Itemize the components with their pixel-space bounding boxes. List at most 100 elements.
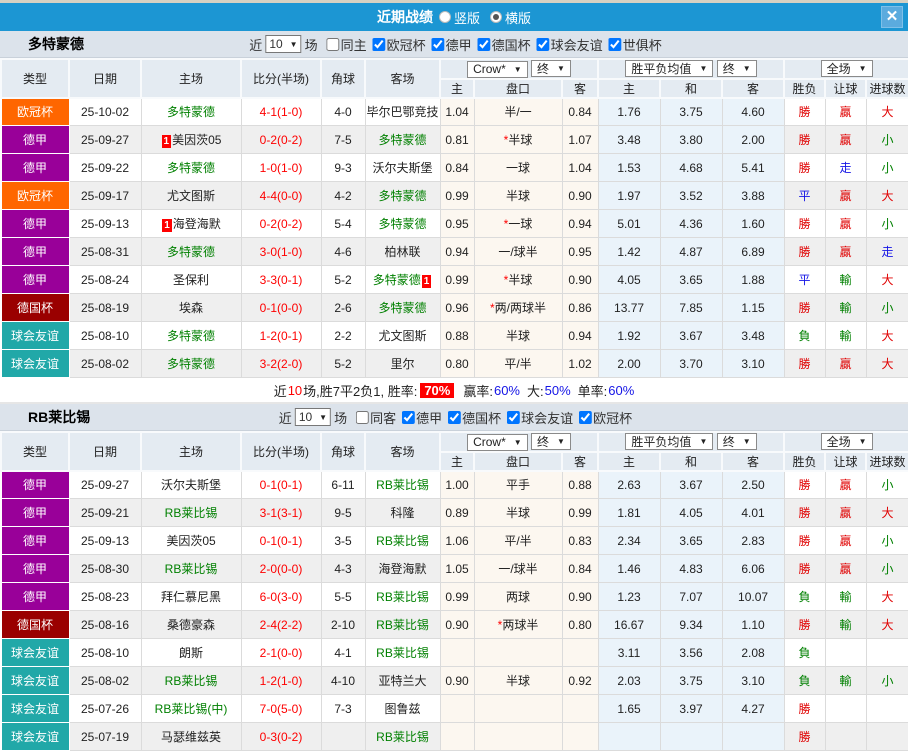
result-goals-cell: 小: [865, 666, 908, 695]
team-name-text: 多特蒙德: [166, 105, 215, 120]
corner-cell: 4-10: [320, 666, 366, 695]
match-date: 25-08-02: [68, 349, 142, 378]
corner-cell: [320, 722, 366, 751]
handicap-cell: *半球: [473, 125, 563, 154]
scope-group-header: 全场 ▼: [783, 58, 908, 80]
sub-column-header-6: 胜负: [783, 77, 827, 99]
odds-group-header: Crow* ▼ 终 ▼: [438, 431, 600, 453]
league-checkbox-3[interactable]: [536, 37, 550, 51]
result-handicap-cell: 贏: [824, 209, 867, 238]
team-name-text: 海登海默: [378, 562, 427, 576]
away-odds-cell: 1.04: [561, 153, 599, 182]
column-header-5: 客场: [364, 58, 441, 99]
match-count-select[interactable]: 10 ▼: [265, 35, 302, 53]
avg-dropdown[interactable]: 胜平负均值 ▼: [625, 433, 714, 451]
match-date: 25-09-27: [68, 125, 142, 154]
scope-dropdown[interactable]: 全场 ▼: [820, 60, 873, 78]
close-button[interactable]: ✕: [881, 6, 903, 28]
avg-draw-cell: 4.68: [659, 153, 723, 182]
league-checkbox-0[interactable]: [402, 410, 416, 424]
scope-dropdown[interactable]: 全场 ▼: [820, 433, 873, 451]
team-name-text: RB莱比锡: [164, 562, 218, 576]
match-date: 25-10-02: [68, 97, 142, 126]
handicap-cell: 一/球半: [473, 237, 563, 266]
match-count-value: 10: [298, 410, 313, 424]
same-venue-label: 同主: [340, 37, 367, 53]
team-name-text: 多特蒙德: [166, 329, 215, 343]
match-count-select[interactable]: 10 ▼: [294, 408, 332, 426]
league-checkbox-label: 德甲: [445, 37, 472, 53]
home-team-cell: 1 海登海默: [140, 209, 242, 238]
result-goals-cell: 小: [865, 293, 908, 322]
odds-time-dropdown[interactable]: 终 ▼: [531, 433, 571, 450]
same-venue-checkbox[interactable]: [356, 410, 370, 424]
odds-source-dropdown[interactable]: Crow* ▼: [467, 433, 528, 451]
league-checkbox-2[interactable]: [507, 410, 521, 424]
games-label: 场: [304, 37, 318, 53]
radio-icon[interactable]: [490, 11, 502, 23]
odds-source-dropdown[interactable]: Crow* ▼: [467, 60, 528, 78]
away-odds-cell: 0.90: [561, 265, 599, 294]
radio-icon[interactable]: [438, 11, 451, 23]
same-venue-checkbox[interactable]: [326, 37, 340, 51]
team-name-text: 毕尔巴鄂竞技: [366, 105, 439, 120]
score-cell: 0-2(0-2): [240, 209, 322, 238]
league-checkbox-3[interactable]: [579, 410, 593, 424]
away-odds-cell: 0.92: [561, 666, 599, 695]
result-handicap-cell: 輸: [824, 321, 867, 350]
handicap-cell: [473, 694, 563, 723]
league-checkbox-2[interactable]: [477, 37, 491, 51]
home-odds-cell: 1.06: [439, 526, 475, 555]
odds-time-dropdown[interactable]: 终 ▼: [531, 60, 571, 77]
avg-draw-cell: 3.75: [659, 666, 723, 695]
avg-dropdown[interactable]: 胜平负均值 ▼: [625, 60, 714, 78]
league-checkbox-4[interactable]: [608, 37, 622, 51]
table-row: 德甲 25-09-22 多特蒙德 1-0(1-0) 9-3 沃尔夫斯堡 0.84 一球 1.04…: [0, 153, 908, 182]
near-label: 近: [278, 410, 292, 426]
team-name-text: 多特蒙德: [378, 301, 427, 315]
match-type-badge: 德甲: [0, 498, 70, 527]
result-handicap-cell: 贏: [824, 498, 867, 527]
layout-radio-option-1[interactable]: 横版: [490, 8, 531, 27]
team-name-text: RB莱比锡: [376, 730, 429, 744]
team-name-text: RB莱比锡: [376, 618, 429, 632]
layout-radio-option-0[interactable]: 竖版: [438, 8, 480, 27]
sub-column-header-4: 和: [659, 450, 724, 472]
table-row: 德甲 25-08-30 RB莱比锡 2-0(0-0) 4-3 海登海默 1.05 一/球半 0.…: [0, 554, 908, 583]
home-team-cell: 美因茨05: [140, 526, 242, 555]
league-checkbox-1[interactable]: [448, 410, 462, 424]
scope-dropdown-label: 全场: [826, 435, 851, 450]
result-goals-cell: 小: [865, 209, 908, 238]
handicap-cell: 半球: [473, 666, 563, 695]
home-team-cell: 朗斯: [140, 638, 242, 667]
match-date: 25-07-19: [68, 722, 142, 751]
team-name-text: 多特蒙德: [372, 273, 421, 287]
avg-draw-cell: 4.83: [659, 554, 723, 583]
score-cell: 7-0(5-0): [240, 694, 322, 723]
corner-cell: 9-3: [320, 153, 366, 182]
table-row: 德国杯 25-08-19 埃森 0-1(0-0) 2-6 多特蒙德 0.96 *两/两球半 0.…: [0, 293, 908, 322]
home-team-cell: 马瑟维兹英: [140, 722, 242, 751]
league-checkbox-0[interactable]: [372, 37, 386, 51]
result-handicap-cell: 贏: [824, 181, 867, 210]
away-odds-cell: 1.02: [561, 349, 599, 378]
match-filters: 近 10 ▼ 场 同主 欧冠杯 德甲 德国杯 球会友谊 世俱杯: [246, 35, 662, 54]
table-row: 德甲 25-09-27 沃尔夫斯堡 0-1(0-1) 6-11 RB莱比锡 1.00 平手 0.…: [0, 470, 908, 499]
table-row: 德甲 25-08-31 多特蒙德 3-0(1-0) 4-6 柏林联 0.94 一/球半 0.95…: [0, 237, 908, 266]
summary-prefix: 近: [273, 383, 287, 399]
league-checkbox-1[interactable]: [431, 37, 445, 51]
avg-time-dropdown[interactable]: 终 ▼: [716, 60, 757, 78]
match-date: 25-09-27: [68, 470, 142, 499]
result-handicap-cell: 贏: [824, 554, 867, 583]
avg-time-dropdown[interactable]: 终 ▼: [716, 433, 757, 451]
score-cell: 1-2(1-0): [240, 666, 322, 695]
handicap-cell: 两球: [473, 582, 563, 611]
initial-odds-star: *: [503, 273, 509, 287]
handicap-cell: 一/球半: [473, 554, 563, 583]
team-name-text: RB莱比锡: [376, 478, 429, 493]
red-card-badge: 1: [161, 135, 172, 148]
table-row: 欧冠杯 25-10-02 多特蒙德 4-1(1-0) 4-0 毕尔巴鄂竞技 1.04 半/一 0…: [0, 97, 908, 126]
home-team-cell: 埃森: [140, 293, 242, 322]
match-type-badge: 德甲: [0, 209, 70, 238]
match-date: 25-08-24: [68, 265, 142, 294]
